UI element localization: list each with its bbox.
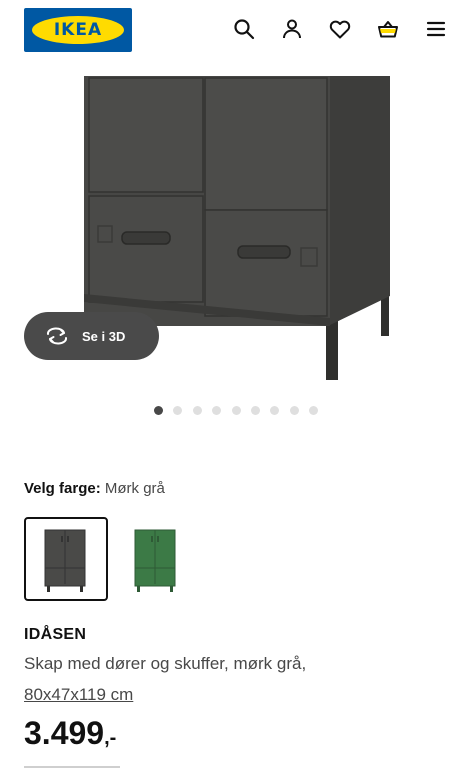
color-label: Velg farge: [24,480,101,497]
product-name: IDÅSEN [24,626,87,643]
product-image-gallery[interactable]: Se i 3D [0,64,474,394]
gallery-dot[interactable] [309,405,319,415]
dark-grey-cabinet-thumbnail [44,529,86,592]
gallery-dot[interactable] [212,405,222,415]
gallery-dot[interactable] [192,405,202,415]
cut-off-text-line [24,760,124,768]
product-size-link[interactable]: 80x47x119 cm [24,685,133,705]
view-in-3d-button[interactable]: Se i 3D [24,312,159,360]
color-selector-label: Velg farge: Mørk grå [24,480,165,497]
gallery-pagination [154,404,329,416]
color-option-dark-grey[interactable] [24,517,108,601]
search-icon[interactable] [231,16,257,42]
menu-icon[interactable] [423,16,449,42]
color-option-green[interactable] [114,517,198,601]
gallery-dot[interactable] [173,405,183,415]
heart-icon[interactable] [327,16,353,42]
selected-color-value: Mørk grå [104,480,165,497]
product-description: Skap med dører og skuffer, mørk grå, [24,654,307,673]
price-suffix: ,- [104,727,117,749]
gallery-dot[interactable] [289,405,299,415]
logo-oval: IKEA [32,16,124,44]
price-main: 3.499 [24,715,105,751]
view-in-3d-label: Se i 3D [82,328,126,344]
account-icon[interactable] [279,16,305,42]
logo-text: IKEA [53,20,103,40]
gallery-dot[interactable] [250,405,260,415]
rotate-3d-icon [47,327,67,345]
ikea-logo[interactable]: IKEA [24,8,132,52]
gallery-dot[interactable] [154,405,163,415]
product-price: 3.499,- [24,715,116,752]
gallery-dot[interactable] [231,405,241,415]
site-header: IKEA [0,0,474,64]
basket-icon[interactable] [375,16,401,42]
gallery-dot[interactable] [270,405,280,415]
green-cabinet-thumbnail [134,529,176,592]
